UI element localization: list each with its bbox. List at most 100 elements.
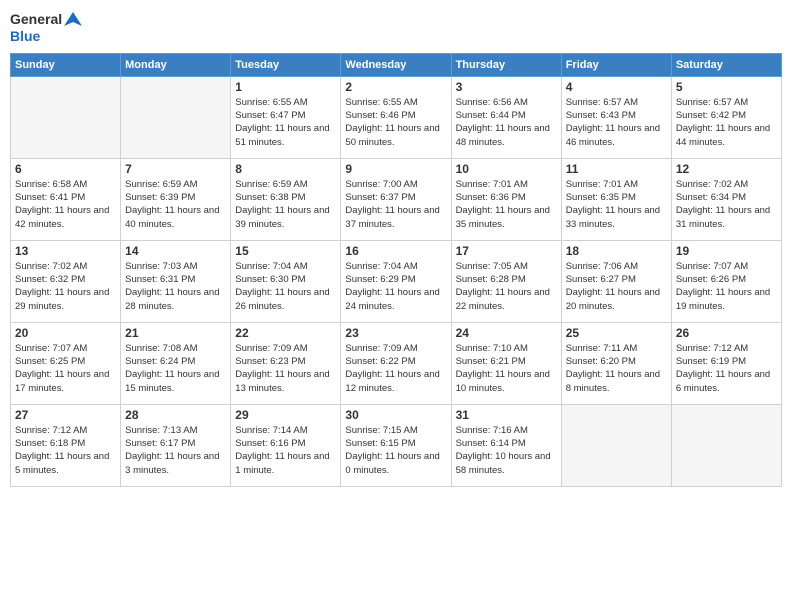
- day-number: 19: [676, 244, 777, 258]
- calendar-cell: 26 Sunrise: 7:12 AMSunset: 6:19 PMDayligh…: [671, 322, 781, 404]
- day-info: Sunrise: 6:57 AMSunset: 6:43 PMDaylight:…: [566, 96, 667, 149]
- day-info: Sunrise: 7:03 AMSunset: 6:31 PMDaylight:…: [125, 260, 226, 313]
- logo-bird-icon: [64, 10, 82, 28]
- day-info: Sunrise: 7:01 AMSunset: 6:35 PMDaylight:…: [566, 178, 667, 231]
- calendar-table: SundayMondayTuesdayWednesdayThursdayFrid…: [10, 53, 782, 487]
- calendar-cell: 29Sunrise: 7:14 AMSunset: 6:16 PMDayligh…: [231, 404, 341, 486]
- calendar-cell: 1 Sunrise: 6:55 AMSunset: 6:47 PMDaylight…: [231, 76, 341, 158]
- calendar-week-2: 6 Sunrise: 6:58 AMSunset: 6:41 PMDaylight…: [11, 158, 782, 240]
- day-number: 4: [566, 80, 667, 94]
- day-number: 1: [235, 80, 336, 94]
- calendar-cell: 30 Sunrise: 7:15 AMSunset: 6:15 PMDayligh…: [341, 404, 451, 486]
- day-number: 12: [676, 162, 777, 176]
- calendar-cell: [671, 404, 781, 486]
- day-info: Sunrise: 6:58 AMSunset: 6:41 PMDaylight:…: [15, 178, 116, 231]
- weekday-header-monday: Monday: [121, 53, 231, 76]
- day-number: 17: [456, 244, 557, 258]
- day-number: 7: [125, 162, 226, 176]
- calendar-cell: 5 Sunrise: 6:57 AMSunset: 6:42 PMDaylight…: [671, 76, 781, 158]
- day-info: Sunrise: 7:00 AMSunset: 6:37 PMDaylight:…: [345, 178, 446, 231]
- day-number: 31: [456, 408, 557, 422]
- calendar-cell: 31 Sunrise: 7:16 AMSunset: 6:14 PMDayligh…: [451, 404, 561, 486]
- calendar-cell: 27 Sunrise: 7:12 AMSunset: 6:18 PMDayligh…: [11, 404, 121, 486]
- day-info: Sunrise: 7:12 AMSunset: 6:18 PMDaylight:…: [15, 424, 116, 477]
- day-number: 21: [125, 326, 226, 340]
- calendar-cell: 14Sunrise: 7:03 AMSunset: 6:31 PMDayligh…: [121, 240, 231, 322]
- day-number: 16: [345, 244, 446, 258]
- calendar-cell: 19 Sunrise: 7:07 AMSunset: 6:26 PMDayligh…: [671, 240, 781, 322]
- day-number: 2: [345, 80, 446, 94]
- weekday-header-saturday: Saturday: [671, 53, 781, 76]
- day-number: 23: [345, 326, 446, 340]
- day-number: 9: [345, 162, 446, 176]
- day-number: 6: [15, 162, 116, 176]
- weekday-header-tuesday: Tuesday: [231, 53, 341, 76]
- day-info: Sunrise: 7:07 AMSunset: 6:25 PMDaylight:…: [15, 342, 116, 395]
- day-number: 30: [345, 408, 446, 422]
- day-info: Sunrise: 6:56 AMSunset: 6:44 PMDaylight:…: [456, 96, 557, 149]
- weekday-header-thursday: Thursday: [451, 53, 561, 76]
- calendar-cell: 23 Sunrise: 7:09 AMSunset: 6:22 PMDayligh…: [341, 322, 451, 404]
- day-info: Sunrise: 7:15 AMSunset: 6:15 PMDaylight:…: [345, 424, 446, 477]
- day-number: 26: [676, 326, 777, 340]
- day-info: Sunrise: 7:13 AMSunset: 6:17 PMDaylight:…: [125, 424, 226, 477]
- day-number: 22: [235, 326, 336, 340]
- day-info: Sunrise: 7:12 AMSunset: 6:19 PMDaylight:…: [676, 342, 777, 395]
- day-info: Sunrise: 7:11 AMSunset: 6:20 PMDaylight:…: [566, 342, 667, 395]
- calendar-cell: 11 Sunrise: 7:01 AMSunset: 6:35 PMDayligh…: [561, 158, 671, 240]
- day-info: Sunrise: 7:01 AMSunset: 6:36 PMDaylight:…: [456, 178, 557, 231]
- calendar-cell: [11, 76, 121, 158]
- calendar-cell: 10 Sunrise: 7:01 AMSunset: 6:36 PMDayligh…: [451, 158, 561, 240]
- calendar-cell: 12Sunrise: 7:02 AMSunset: 6:34 PMDayligh…: [671, 158, 781, 240]
- day-info: Sunrise: 6:57 AMSunset: 6:42 PMDaylight:…: [676, 96, 777, 149]
- day-info: Sunrise: 6:59 AMSunset: 6:39 PMDaylight:…: [125, 178, 226, 231]
- day-info: Sunrise: 6:55 AMSunset: 6:46 PMDaylight:…: [345, 96, 446, 149]
- day-info: Sunrise: 7:06 AMSunset: 6:27 PMDaylight:…: [566, 260, 667, 313]
- day-info: Sunrise: 7:14 AMSunset: 6:16 PMDaylight:…: [235, 424, 336, 477]
- calendar-week-3: 13Sunrise: 7:02 AMSunset: 6:32 PMDayligh…: [11, 240, 782, 322]
- day-number: 24: [456, 326, 557, 340]
- day-number: 20: [15, 326, 116, 340]
- day-number: 10: [456, 162, 557, 176]
- day-info: Sunrise: 7:07 AMSunset: 6:26 PMDaylight:…: [676, 260, 777, 313]
- logo: General Blue: [10, 10, 82, 45]
- weekday-header-friday: Friday: [561, 53, 671, 76]
- calendar-cell: 7 Sunrise: 6:59 AMSunset: 6:39 PMDaylight…: [121, 158, 231, 240]
- weekday-header-wednesday: Wednesday: [341, 53, 451, 76]
- day-number: 15: [235, 244, 336, 258]
- day-info: Sunrise: 7:09 AMSunset: 6:22 PMDaylight:…: [345, 342, 446, 395]
- calendar-cell: 4 Sunrise: 6:57 AMSunset: 6:43 PMDaylight…: [561, 76, 671, 158]
- calendar-cell: 15 Sunrise: 7:04 AMSunset: 6:30 PMDayligh…: [231, 240, 341, 322]
- calendar-cell: 28 Sunrise: 7:13 AMSunset: 6:17 PMDayligh…: [121, 404, 231, 486]
- day-number: 27: [15, 408, 116, 422]
- calendar-cell: 18Sunrise: 7:06 AMSunset: 6:27 PMDayligh…: [561, 240, 671, 322]
- day-info: Sunrise: 7:04 AMSunset: 6:30 PMDaylight:…: [235, 260, 336, 313]
- calendar-cell: 25 Sunrise: 7:11 AMSunset: 6:20 PMDayligh…: [561, 322, 671, 404]
- calendar-cell: 16Sunrise: 7:04 AMSunset: 6:29 PMDayligh…: [341, 240, 451, 322]
- calendar-cell: 13Sunrise: 7:02 AMSunset: 6:32 PMDayligh…: [11, 240, 121, 322]
- day-number: 28: [125, 408, 226, 422]
- day-info: Sunrise: 7:16 AMSunset: 6:14 PMDaylight:…: [456, 424, 557, 477]
- day-info: Sunrise: 7:10 AMSunset: 6:21 PMDaylight:…: [456, 342, 557, 395]
- day-number: 3: [456, 80, 557, 94]
- calendar-cell: 2 Sunrise: 6:55 AMSunset: 6:46 PMDaylight…: [341, 76, 451, 158]
- day-info: Sunrise: 7:05 AMSunset: 6:28 PMDaylight:…: [456, 260, 557, 313]
- day-number: 8: [235, 162, 336, 176]
- calendar-cell: 22 Sunrise: 7:09 AMSunset: 6:23 PMDayligh…: [231, 322, 341, 404]
- day-info: Sunrise: 6:55 AMSunset: 6:47 PMDaylight:…: [235, 96, 336, 149]
- calendar-cell: 20 Sunrise: 7:07 AMSunset: 6:25 PMDayligh…: [11, 322, 121, 404]
- calendar-week-1: 1 Sunrise: 6:55 AMSunset: 6:47 PMDaylight…: [11, 76, 782, 158]
- calendar-cell: 21Sunrise: 7:08 AMSunset: 6:24 PMDayligh…: [121, 322, 231, 404]
- calendar-cell: 3 Sunrise: 6:56 AMSunset: 6:44 PMDaylight…: [451, 76, 561, 158]
- calendar-cell: 8Sunrise: 6:59 AMSunset: 6:38 PMDaylight…: [231, 158, 341, 240]
- calendar-cell: 9 Sunrise: 7:00 AMSunset: 6:37 PMDaylight…: [341, 158, 451, 240]
- calendar-cell: [121, 76, 231, 158]
- day-number: 5: [676, 80, 777, 94]
- day-number: 25: [566, 326, 667, 340]
- day-number: 13: [15, 244, 116, 258]
- day-number: 11: [566, 162, 667, 176]
- logo-general: General: [10, 11, 62, 28]
- calendar-week-4: 20 Sunrise: 7:07 AMSunset: 6:25 PMDayligh…: [11, 322, 782, 404]
- day-info: Sunrise: 7:09 AMSunset: 6:23 PMDaylight:…: [235, 342, 336, 395]
- logo-blue: Blue: [10, 28, 40, 44]
